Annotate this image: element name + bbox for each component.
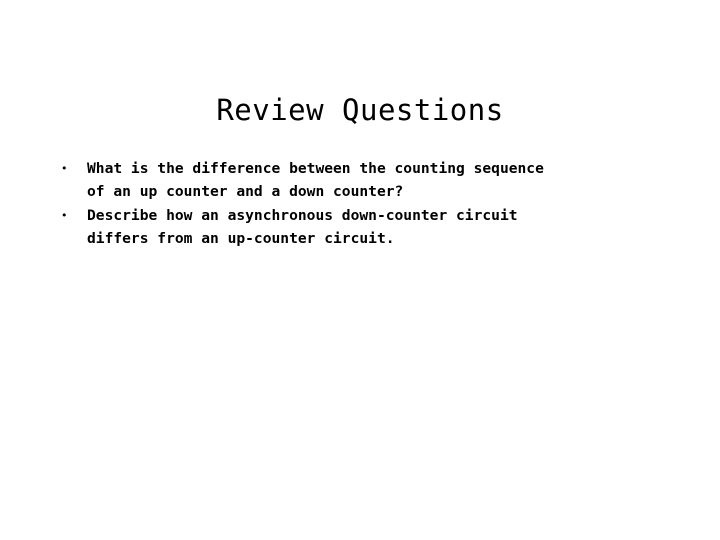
list-item-text: Describe how an asynchronous down-counte… xyxy=(87,204,677,251)
list-item: • Describe how an asynchronous down-coun… xyxy=(57,204,677,251)
list-item-line: differs from an up-counter circuit. xyxy=(87,230,395,248)
bullet-dot-icon: • xyxy=(61,208,68,222)
list-item-line: What is the difference between the count… xyxy=(87,160,544,177)
slide-canvas: Review Questions • What is the differenc… xyxy=(0,0,720,540)
bullet-list: • What is the difference between the cou… xyxy=(57,157,677,251)
list-item-text: What is the difference between the count… xyxy=(87,157,677,204)
list-item-line: of an up counter and a down counter? xyxy=(87,183,404,201)
list-item-line: Describe how an asynchronous down-counte… xyxy=(87,206,518,224)
list-item: • What is the difference between the cou… xyxy=(57,157,677,204)
page-title: Review Questions xyxy=(216,93,504,128)
bullet-dot-icon: • xyxy=(61,162,68,175)
